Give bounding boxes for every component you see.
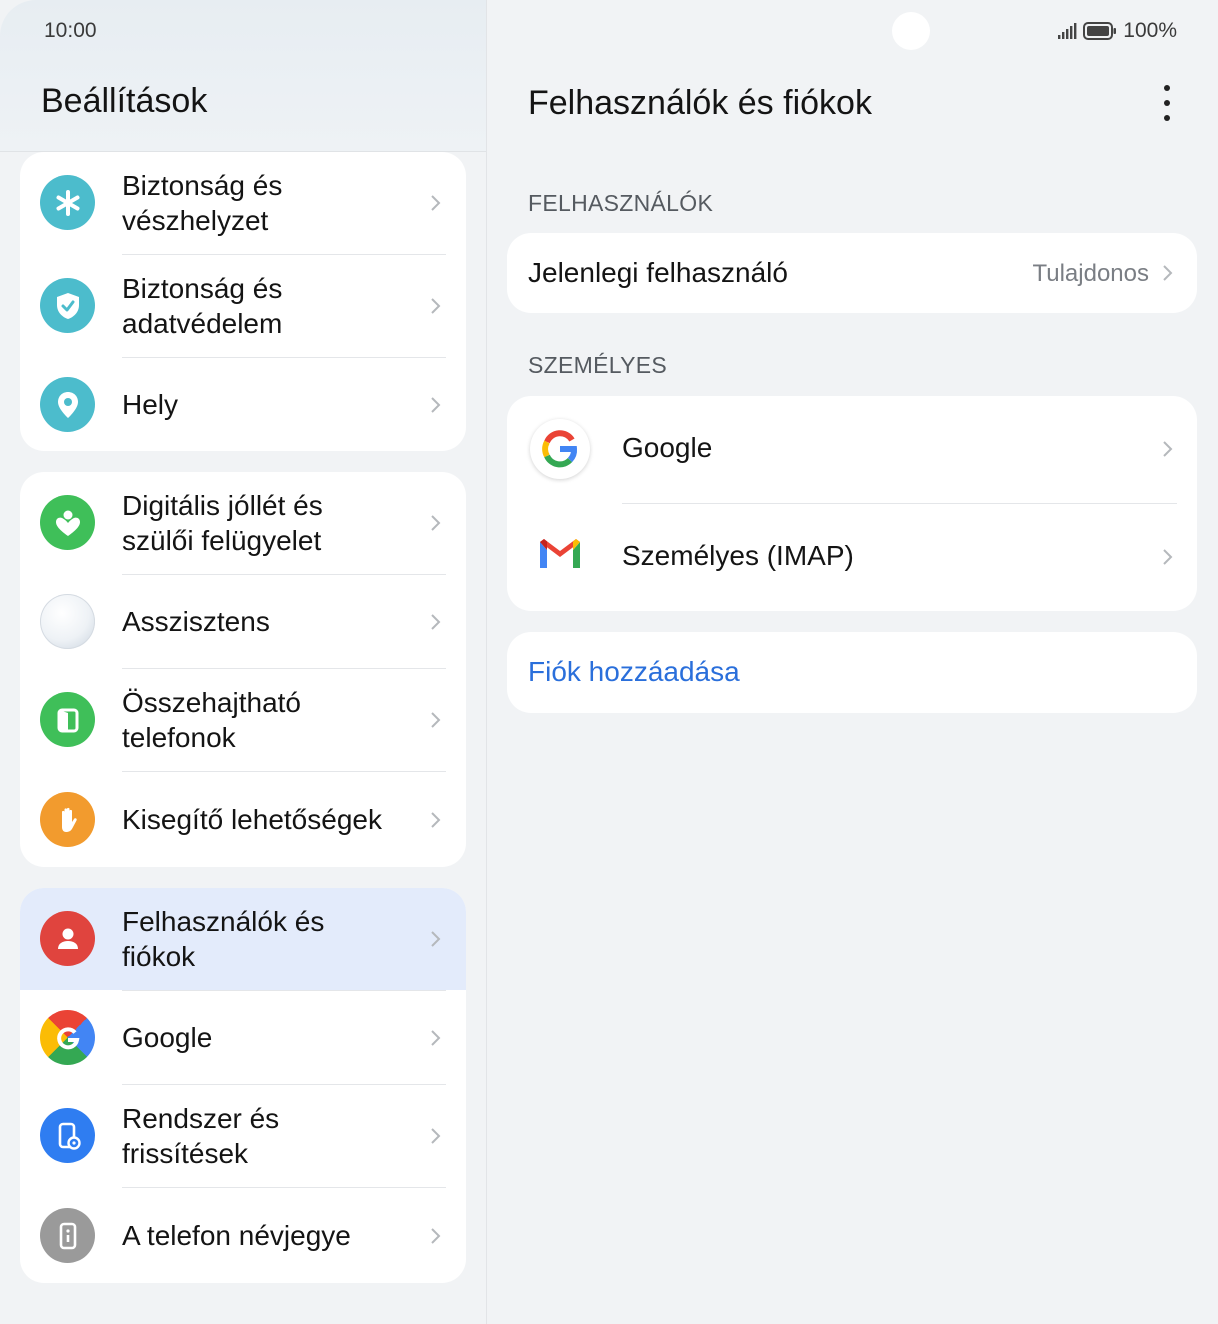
chevron-right-icon — [431, 812, 441, 828]
chevron-right-icon — [431, 298, 441, 314]
settings-item-system[interactable]: Rendszer és frissítések — [20, 1085, 466, 1187]
settings-item-label: Hely — [122, 389, 179, 420]
settings-item-label: Biztonság és adatvédelem — [122, 273, 283, 339]
settings-item-label: Asszisztens — [122, 606, 270, 637]
add-account-card[interactable]: Fiók hozzáadása — [507, 632, 1197, 713]
battery-icon — [1083, 22, 1117, 40]
user-icon — [40, 911, 95, 966]
detail-title: Felhasználók és fiókok — [528, 84, 872, 122]
settings-item-users-accounts[interactable]: Felhasználók és fiókok — [20, 888, 466, 990]
settings-item-label: Kisegítő lehetőségek — [122, 804, 382, 835]
chevron-right-icon — [431, 1128, 441, 1144]
chevron-right-icon — [431, 195, 441, 211]
settings-item-label: Összehajtható telefonok — [122, 687, 301, 753]
settings-item-foldable[interactable]: Összehajtható telefonok — [20, 669, 466, 771]
page-title: Beállítások — [41, 82, 208, 120]
chevron-right-icon — [1163, 441, 1173, 457]
settings-item-accessibility[interactable]: Kisegítő lehetőségek — [20, 772, 466, 867]
account-row-imap[interactable]: Személyes (IMAP) — [507, 504, 1197, 611]
signal-icon — [1058, 23, 1077, 39]
settings-list-pane: 10:00 Beállítások Biztonság és vészhelyz… — [0, 0, 486, 1324]
settings-item-assistant[interactable]: Asszisztens — [20, 575, 466, 668]
account-label: Személyes (IMAP) — [622, 540, 854, 571]
chevron-right-icon — [431, 397, 441, 413]
settings-item-google[interactable]: Google — [20, 991, 466, 1084]
current-user-value: Tulajdonos — [1032, 260, 1149, 287]
settings-item-security-privacy[interactable]: Biztonság és adatvédelem — [20, 255, 466, 357]
emergency-asterisk-icon — [40, 175, 95, 230]
settings-item-digital-wellbeing[interactable]: Digitális jóllét és szülői felügyelet — [20, 472, 466, 574]
current-user-label: Jelenlegi felhasználó — [528, 257, 788, 288]
section-header-personal: SZEMÉLYES — [528, 352, 668, 378]
current-user-row[interactable]: Jelenlegi felhasználó Tulajdonos — [507, 233, 1197, 313]
hand-icon — [40, 792, 95, 847]
settings-item-label: Digitális jóllét és szülői felügyelet — [122, 490, 323, 556]
settings-item-label: A telefon névjegye — [122, 1220, 351, 1251]
assistant-orb-icon — [40, 594, 95, 649]
detail-pane: 100% Felhasználók és fiókok FELHASZNÁLÓK… — [487, 0, 1218, 1324]
heart-person-icon — [40, 495, 95, 550]
settings-group-2: Digitális jóllét és szülői felügyelet As… — [20, 472, 466, 867]
foldable-phone-icon — [40, 692, 95, 747]
personal-accounts-card: Google Személyes (IMAP) — [507, 396, 1197, 611]
chevron-right-icon — [431, 712, 441, 728]
settings-screen: 10:00 Beállítások Biztonság és vészhelyz… — [0, 0, 1218, 1324]
status-bar-right: 100% — [1057, 19, 1177, 43]
chevron-right-icon — [431, 931, 441, 947]
settings-group-1: Biztonság és vészhelyzet Biztonság és ad… — [20, 152, 466, 451]
settings-item-label: Google — [122, 1022, 213, 1053]
settings-item-label: Biztonság és vészhelyzet — [122, 170, 283, 236]
chevron-right-icon — [431, 1030, 441, 1046]
system-update-icon — [40, 1108, 95, 1163]
chevron-right-icon — [1163, 265, 1173, 281]
battery-level: 100% — [1123, 19, 1177, 42]
settings-item-emergency[interactable]: Biztonság és vészhelyzet — [20, 152, 466, 254]
google-g-icon — [530, 419, 590, 479]
chevron-right-icon — [431, 614, 441, 630]
gmail-m-icon — [536, 534, 584, 574]
left-header: 10:00 Beállítások — [0, 0, 486, 152]
settings-item-location[interactable]: Hely — [20, 358, 466, 451]
settings-item-label: Rendszer és frissítések — [122, 1103, 280, 1169]
camera-cutout — [892, 12, 930, 50]
settings-group-3: Felhasználók és fiókok Google Rendszer é… — [20, 888, 466, 1283]
more-options-icon[interactable] — [1147, 82, 1187, 126]
account-label: Google — [622, 432, 713, 463]
google-g-icon — [40, 1010, 95, 1065]
status-time: 10:00 — [44, 19, 97, 42]
settings-item-label: Felhasználók és fiókok — [122, 906, 325, 972]
chevron-right-icon — [431, 515, 441, 531]
chevron-right-icon — [1163, 549, 1173, 565]
settings-item-about-phone[interactable]: A telefon névjegye — [20, 1188, 466, 1283]
section-header-users: FELHASZNÁLÓK — [528, 190, 714, 216]
chevron-right-icon — [431, 1228, 441, 1244]
phone-info-icon — [40, 1208, 95, 1263]
shield-check-icon — [40, 278, 95, 333]
location-pin-icon — [40, 377, 95, 432]
account-row-google[interactable]: Google — [507, 396, 1197, 503]
add-account-link[interactable]: Fiók hozzáadása — [528, 656, 740, 688]
